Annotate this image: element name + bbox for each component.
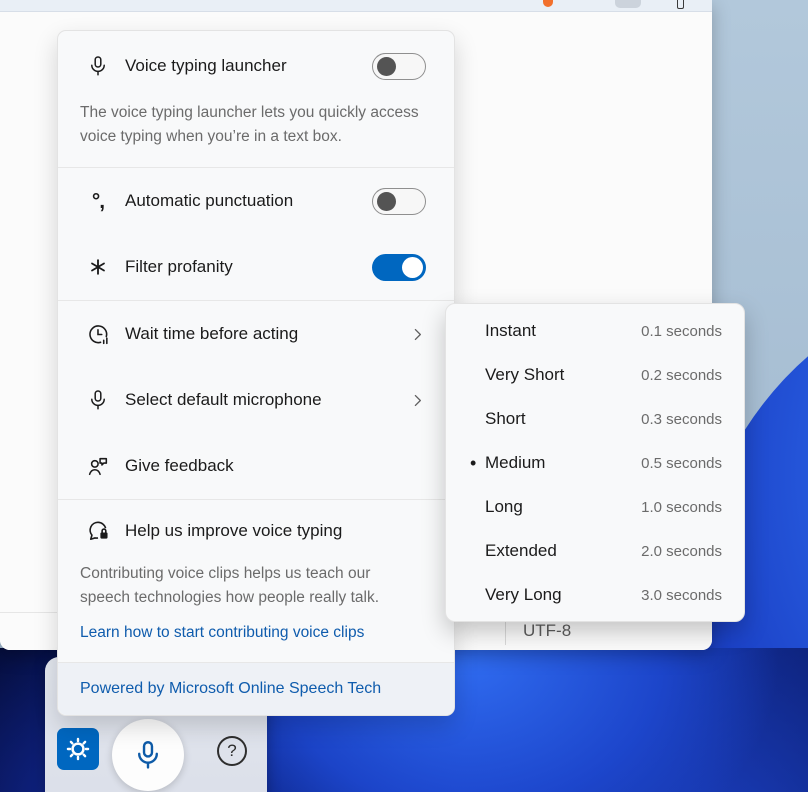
wait-time-option-long[interactable]: Long 1.0 seconds — [446, 485, 744, 529]
option-value: 1.0 seconds — [641, 499, 744, 516]
voice-typing-launcher-row[interactable]: Voice typing launcher — [58, 31, 454, 101]
automatic-punctuation-row[interactable]: °, Automatic punctuation — [58, 168, 454, 234]
option-label: Long — [485, 497, 641, 517]
help-button[interactable]: ? — [217, 736, 247, 766]
encoding-label: UTF-8 — [523, 621, 571, 641]
wait-time-option-extended[interactable]: Extended 2.0 seconds — [446, 529, 744, 573]
option-value: 3.0 seconds — [641, 587, 744, 604]
small-toolbar-icon — [677, 0, 684, 9]
give-feedback-label: Give feedback — [125, 456, 426, 476]
selected-marker: • — [446, 453, 485, 474]
wait-time-option-medium[interactable]: • Medium 0.5 seconds — [446, 441, 744, 485]
punctuation-toggle[interactable] — [372, 188, 426, 215]
microphone-icon — [83, 387, 113, 413]
toggle-knob — [377, 192, 396, 211]
launcher-description: The voice typing launcher lets you quick… — [58, 101, 454, 167]
option-value: 0.2 seconds — [641, 367, 744, 384]
chat-lock-icon — [83, 518, 113, 544]
launcher-toggle[interactable] — [372, 53, 426, 80]
microphone-icon — [131, 738, 165, 772]
wait-time-row[interactable]: Wait time before acting — [58, 301, 454, 367]
help-improve-row[interactable]: Help us improve voice typing — [58, 500, 454, 562]
give-feedback-row[interactable]: Give feedback — [58, 433, 454, 499]
wait-time-option-very-long[interactable]: Very Long 3.0 seconds — [446, 573, 744, 617]
option-label: Very Short — [485, 365, 641, 385]
microphone-button[interactable] — [112, 719, 184, 791]
option-label: Extended — [485, 541, 641, 561]
toggle-knob — [402, 257, 423, 278]
option-value: 0.3 seconds — [641, 411, 744, 428]
profanity-toggle[interactable] — [372, 254, 426, 281]
wait-time-label: Wait time before acting — [125, 324, 409, 344]
wait-time-submenu: Instant 0.1 seconds Very Short 0.2 secon… — [445, 303, 745, 622]
feedback-person-icon — [83, 453, 113, 479]
option-label: Short — [485, 409, 641, 429]
punctuation-icon: °, — [83, 188, 113, 214]
punctuation-label: Automatic punctuation — [125, 191, 372, 211]
contribute-voice-clips-link[interactable]: Learn how to start contributing voice cl… — [58, 620, 454, 662]
wait-time-option-instant[interactable]: Instant 0.1 seconds — [446, 309, 744, 353]
powered-by-link[interactable]: Powered by Microsoft Online Speech Tech — [58, 680, 381, 698]
pill-icon — [615, 0, 641, 8]
profanity-label: Filter profanity — [125, 257, 372, 277]
option-label: Very Long — [485, 585, 641, 605]
screen: UTF-8 — [0, 0, 808, 792]
help-improve-label: Help us improve voice typing — [125, 521, 426, 541]
question-mark-glyph: ? — [227, 741, 236, 761]
background-window-titlebar — [0, 0, 712, 12]
select-microphone-label: Select default microphone — [125, 390, 409, 410]
settings-button[interactable] — [57, 728, 99, 770]
gear-icon — [65, 736, 91, 762]
clock-wait-icon — [83, 321, 113, 347]
chevron-right-icon — [409, 392, 426, 409]
select-microphone-row[interactable]: Select default microphone — [58, 367, 454, 433]
flyout-footer: Powered by Microsoft Online Speech Tech — [58, 663, 454, 715]
option-value: 0.5 seconds — [641, 455, 744, 472]
option-label: Medium — [485, 453, 641, 473]
toggle-knob — [377, 57, 396, 76]
wait-time-option-very-short[interactable]: Very Short 0.2 seconds — [446, 353, 744, 397]
microphone-icon — [83, 53, 113, 79]
chevron-right-icon — [409, 326, 426, 343]
filter-profanity-row[interactable]: Filter profanity — [58, 234, 454, 300]
asterisk-icon — [83, 254, 113, 280]
status-bar-divider — [505, 619, 506, 645]
option-value: 2.0 seconds — [641, 543, 744, 560]
wait-time-option-short[interactable]: Short 0.3 seconds — [446, 397, 744, 441]
option-value: 0.1 seconds — [641, 323, 744, 340]
orange-app-icon — [543, 0, 553, 7]
voice-typing-settings-flyout: Voice typing launcher The voice typing l… — [57, 30, 455, 716]
help-improve-description: Contributing voice clips helps us teach … — [58, 562, 454, 620]
option-label: Instant — [485, 321, 641, 341]
launcher-label: Voice typing launcher — [125, 56, 372, 76]
